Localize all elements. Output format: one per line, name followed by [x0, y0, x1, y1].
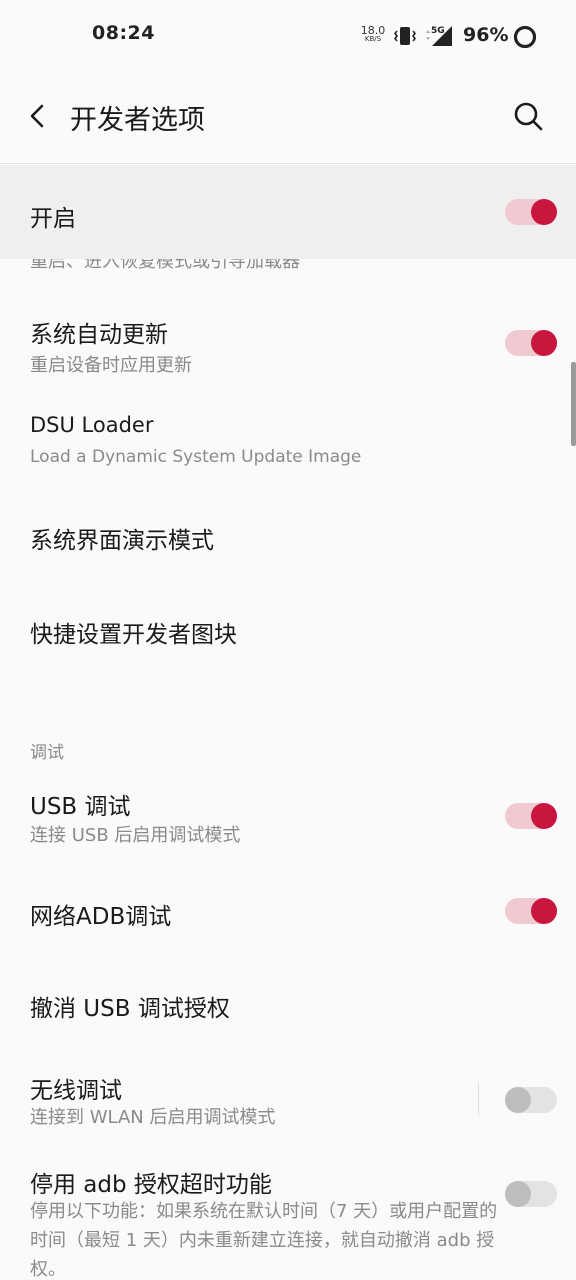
demo-mode-title: 系统界面演示模式: [30, 528, 214, 554]
quick-tiles-row[interactable]: 快捷设置开发者图块: [0, 585, 576, 675]
network-speed-value: 18.0: [360, 24, 386, 37]
status-time: 08:24: [92, 22, 155, 44]
battery-icon: [512, 24, 538, 54]
dsu-loader-summary: Load a Dynamic System Update Image: [30, 447, 362, 467]
app-header: 开发者选项: [0, 72, 576, 164]
network-adb-row[interactable]: 网络ADB调试: [0, 871, 576, 951]
network-speed: 18.0 KB/S: [360, 24, 386, 44]
network-adb-title: 网络ADB调试: [30, 904, 172, 930]
adb-timeout-summary: 停用以下功能：如果系统在默认时间（7 天）或用户配置的时间（最短 1 天）内未重…: [30, 1201, 498, 1280]
toggle-thumb: [531, 898, 557, 924]
auto-update-summary: 重启设备时应用更新: [30, 355, 192, 376]
wireless-debug-summary: 连接到 WLAN 后启用调试模式: [30, 1107, 276, 1128]
back-arrow-icon[interactable]: [26, 102, 50, 134]
search-icon[interactable]: [512, 100, 544, 136]
scrollbar[interactable]: [571, 362, 576, 446]
vibrate-icon: [393, 24, 417, 52]
vertical-divider: [478, 1083, 479, 1115]
quick-tiles-title: 快捷设置开发者图块: [30, 622, 237, 648]
adb-timeout-title: 停用 adb 授权超时功能: [30, 1172, 272, 1198]
network-type-label: 5G: [431, 26, 445, 36]
master-switch-label: 开启: [30, 206, 76, 232]
demo-mode-row[interactable]: 系统界面演示模式: [0, 491, 576, 581]
wireless-debug-title: 无线调试: [30, 1078, 122, 1104]
dsu-loader-row[interactable]: DSU Loader Load a Dynamic System Update …: [0, 393, 576, 485]
toggle-thumb: [505, 1181, 531, 1207]
usb-debug-title: USB 调试: [30, 794, 131, 820]
usb-debug-row[interactable]: USB 调试 连接 USB 后启用调试模式: [0, 771, 576, 865]
auto-update-row[interactable]: 系统自动更新 重启设备时应用更新: [0, 297, 576, 387]
adb-timeout-toggle[interactable]: [505, 1181, 557, 1207]
master-switch-toggle[interactable]: [505, 199, 557, 225]
revoke-usb-row[interactable]: 撤消 USB 调试授权: [0, 965, 576, 1047]
usb-debug-toggle[interactable]: [505, 803, 557, 829]
toggle-thumb: [531, 330, 557, 356]
auto-update-title: 系统自动更新: [30, 322, 168, 348]
status-bar: 08:24 18.0 KB/S 5G 96%: [0, 0, 576, 72]
signal-icon: 5G: [424, 24, 456, 52]
toggle-thumb: [531, 199, 557, 225]
auto-update-toggle[interactable]: [505, 330, 557, 356]
master-switch-row[interactable]: 开启: [0, 165, 576, 259]
battery-percent: 96%: [463, 24, 509, 46]
revoke-usb-title: 撤消 USB 调试授权: [30, 996, 230, 1022]
toggle-thumb: [505, 1087, 531, 1113]
dsu-loader-title: DSU Loader: [30, 413, 154, 437]
settings-list[interactable]: 开启 重启、进入恢复模式或引导加载器 系统自动更新 重启设备时应用更新 DSU …: [0, 165, 576, 1280]
wireless-debug-toggle[interactable]: [505, 1087, 557, 1113]
adb-timeout-row[interactable]: 停用 adb 授权超时功能 停用以下功能：如果系统在默认时间（7 天）或用户配置…: [0, 1157, 576, 1280]
network-adb-toggle[interactable]: [505, 898, 557, 924]
toggle-thumb: [531, 803, 557, 829]
page-title: 开发者选项: [70, 105, 205, 136]
debug-section-header: 调试: [30, 743, 64, 763]
wireless-debug-row[interactable]: 无线调试 连接到 WLAN 后启用调试模式: [0, 1061, 576, 1151]
usb-debug-summary: 连接 USB 后启用调试模式: [30, 825, 241, 846]
